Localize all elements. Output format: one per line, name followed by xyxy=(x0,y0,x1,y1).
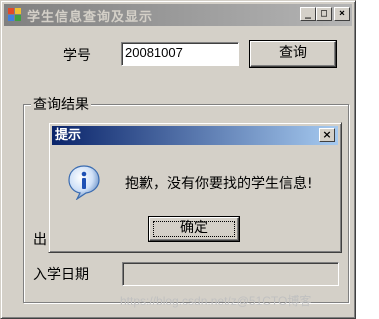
dialog-close-button[interactable]: × xyxy=(319,128,335,142)
query-button[interactable]: 查询 xyxy=(249,40,337,68)
minimize-button[interactable]: _ xyxy=(300,7,316,21)
message-dialog: 提示 × 抱歉，没有你要找的学生信息! 确定 xyxy=(48,122,342,253)
dialog-title: 提示 xyxy=(55,128,82,143)
window-title: 学生信息查询及显示 xyxy=(27,9,154,25)
focus-rectangle xyxy=(153,221,235,237)
student-id-input[interactable]: 20081007 xyxy=(121,42,239,66)
result-group-label: 查询结果 xyxy=(31,94,91,114)
watermark: https://blog.csdn.net/z@51CTO博客 xyxy=(120,294,312,308)
student-id-label: 学号 xyxy=(63,48,91,64)
enroll-date-label: 入学日期 xyxy=(33,267,89,283)
close-button[interactable]: × xyxy=(334,7,350,21)
partial-field-label: 出 xyxy=(33,232,47,248)
dialog-title-bar[interactable]: 提示 × xyxy=(52,126,338,145)
window-controls: _ □ × xyxy=(300,7,350,21)
main-window: 学生信息查询及显示 _ □ × 学号 20081007 查询 查询结果 出 入学… xyxy=(0,0,356,319)
app-icon xyxy=(7,7,23,23)
ok-button[interactable]: 确定 xyxy=(148,216,240,242)
maximize-button[interactable]: □ xyxy=(316,7,332,21)
enroll-date-field xyxy=(122,262,339,286)
information-icon xyxy=(68,165,100,200)
title-bar[interactable]: 学生信息查询及显示 _ □ × xyxy=(4,4,352,26)
dialog-message: 抱歉，没有你要找的学生信息! xyxy=(125,176,313,192)
